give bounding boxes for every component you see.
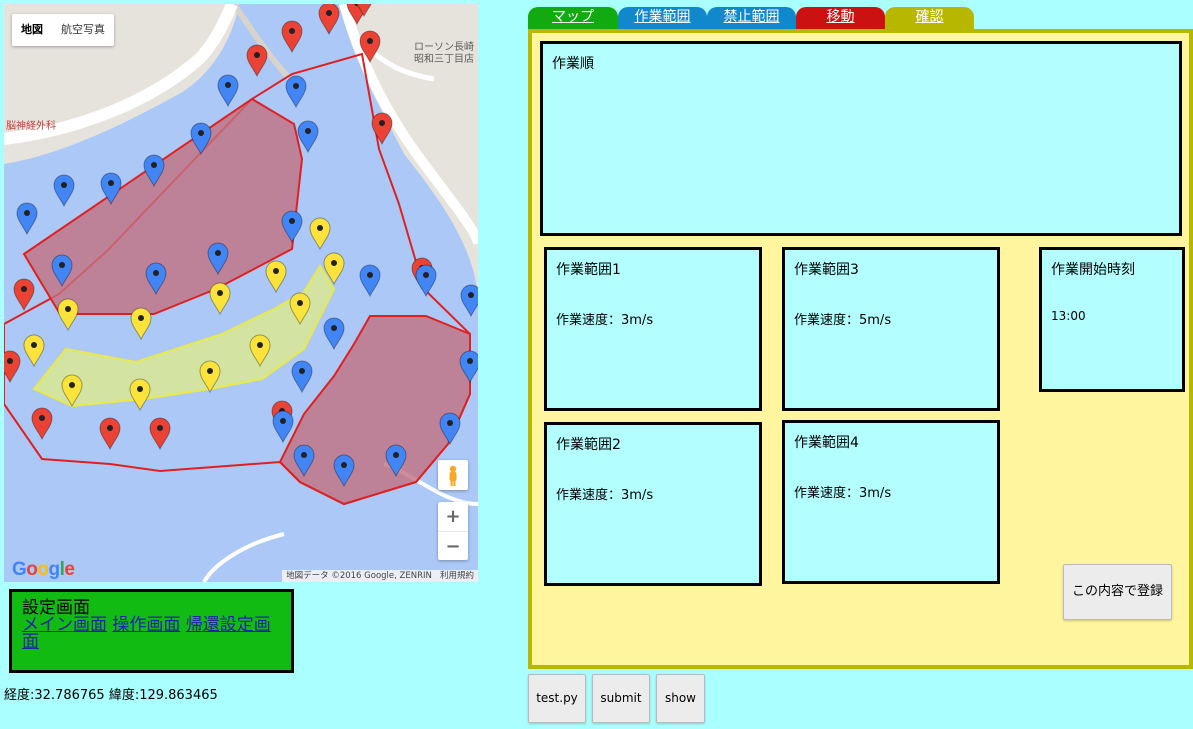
work-order-box: 作業順	[540, 41, 1182, 236]
work-area-1-speed: 作業速度：3m/s	[556, 313, 654, 328]
blue-map-pin-dot	[367, 272, 373, 278]
tab-work-area[interactable]: 作業範囲	[618, 7, 707, 29]
red-map-pin-dot	[7, 358, 13, 364]
blue-map-pin-dot	[24, 210, 30, 216]
yellow-map-pin-dot	[317, 225, 323, 231]
red-map-pin-dot	[379, 120, 385, 126]
red-map-pin-dot	[254, 52, 260, 58]
yellow-map-pin-dot	[31, 342, 37, 348]
red-map-pin-dot	[326, 10, 332, 16]
work-area-3-box: 作業範囲3 作業速度：5m/s	[782, 247, 1000, 411]
blue-map-pin-dot	[393, 452, 399, 458]
yellow-map-pin-dot	[273, 268, 279, 274]
map-type-satellite-button[interactable]: 航空写真	[52, 14, 114, 46]
yellow-map-pin-dot	[297, 300, 303, 306]
blue-map-pin-dot	[280, 418, 286, 424]
confirm-panel: 作業順 作業範囲1 作業速度：3m/s 作業範囲3 作業速度：5m/s 作業開始…	[528, 29, 1193, 669]
street-view-pegman-icon[interactable]	[438, 460, 468, 490]
blue-map-pin-dot	[289, 218, 295, 224]
work-order-title: 作業順	[552, 56, 594, 72]
yellow-map-pin-dot	[138, 315, 144, 321]
tab-move[interactable]: 移動	[796, 7, 885, 29]
work-area-1-title: 作業範囲1	[556, 262, 621, 278]
work-area-2-speed: 作業速度：3m/s	[556, 488, 654, 503]
blue-map-pin-dot	[467, 358, 473, 364]
map-poi-hospital: 脳神経外科	[6, 121, 56, 132]
terms-link[interactable]: 利用規約	[440, 571, 474, 581]
tab-confirm[interactable]: 確認	[885, 7, 974, 29]
yellow-map-pin-dot	[207, 368, 213, 374]
blue-map-pin-dot	[305, 128, 311, 134]
map-canvas	[4, 4, 478, 582]
work-area-2-title: 作業範囲2	[556, 437, 621, 453]
yellow-map-pin-dot	[137, 386, 143, 392]
red-map-pin-dot	[157, 425, 163, 431]
blue-map-pin-dot	[468, 292, 474, 298]
work-area-1-box: 作業範囲1 作業速度：3m/s	[544, 247, 762, 411]
attribution-text: 地図データ ©2016 Google, ZENRIN	[286, 571, 432, 581]
map-type-control[interactable]: 地図 航空写真	[12, 14, 114, 46]
blue-map-pin-dot	[301, 452, 307, 458]
zoom-in-button[interactable]: +	[438, 502, 468, 532]
red-map-pin-dot	[107, 425, 113, 431]
yellow-map-pin-dot	[69, 382, 75, 388]
blue-map-pin-dot	[341, 462, 347, 468]
work-area-4-speed: 作業速度：3m/s	[794, 486, 892, 501]
tab-forbidden-area[interactable]: 禁止範囲	[707, 7, 796, 29]
work-area-2-box: 作業範囲2 作業速度：3m/s	[544, 422, 762, 586]
blue-map-pin-dot	[447, 420, 453, 426]
start-time-box: 作業開始時刻 13:00	[1039, 247, 1185, 392]
test-py-button[interactable]: test.py	[528, 674, 586, 723]
blue-map-pin-dot	[151, 162, 157, 168]
zoom-control[interactable]: + −	[438, 502, 468, 560]
work-area-3-title: 作業範囲3	[794, 262, 859, 278]
operation-screen-link[interactable]: 操作画面	[112, 615, 180, 635]
work-area-4-box: 作業範囲4 作業速度：3m/s	[782, 420, 1000, 584]
blue-map-pin-dot	[59, 262, 65, 268]
register-button[interactable]: この内容で登録	[1063, 564, 1172, 620]
blue-map-pin-dot	[423, 272, 429, 278]
tab-map[interactable]: マップ	[528, 7, 618, 29]
blue-map-pin-dot	[331, 325, 337, 331]
start-time-title: 作業開始時刻	[1051, 262, 1135, 278]
blue-map-pin-dot	[225, 82, 231, 88]
map-poi-label-2: 昭和三丁目店	[414, 54, 474, 65]
submit-button[interactable]: submit	[592, 674, 650, 723]
coordinates-readout: 経度:32.786765 緯度:129.863465	[4, 688, 218, 703]
work-area-3-speed: 作業速度：5m/s	[794, 313, 892, 328]
yellow-map-pin-dot	[331, 260, 337, 266]
red-map-pin-dot	[367, 38, 373, 44]
map-view[interactable]: 地図 航空写真 ローソン長崎 昭和三丁目店 脳神経外科 + − Google 地…	[4, 4, 478, 582]
tab-bar: マップ 作業範囲 禁止範囲 移動 確認	[528, 7, 974, 29]
blue-map-pin-dot	[293, 83, 299, 89]
blue-map-pin-dot	[215, 250, 221, 256]
google-logo: Google	[12, 559, 75, 580]
work-area-4-title: 作業範囲4	[794, 435, 859, 451]
show-button[interactable]: show	[656, 674, 705, 723]
zoom-out-button[interactable]: −	[438, 532, 468, 561]
yellow-map-pin-dot	[217, 290, 223, 296]
blue-map-pin-dot	[108, 180, 114, 186]
blue-map-pin-dot	[299, 368, 305, 374]
yellow-map-pin-dot	[257, 342, 263, 348]
start-time-value: 13:00	[1051, 309, 1086, 323]
map-attribution: 地図データ ©2016 Google, ZENRIN 利用規約	[282, 570, 478, 582]
blue-map-pin-dot	[61, 182, 67, 188]
red-map-pin-dot	[21, 286, 27, 292]
map-type-map-button[interactable]: 地図	[12, 14, 52, 46]
blue-map-pin-dot	[153, 270, 159, 276]
red-map-pin-dot	[289, 28, 295, 34]
yellow-map-pin-dot	[65, 306, 71, 312]
red-map-pin-dot	[39, 415, 45, 421]
blue-map-pin-dot	[198, 130, 204, 136]
settings-panel: 設定画面 メイン画面 操作画面 帰還設定画面	[9, 589, 294, 673]
